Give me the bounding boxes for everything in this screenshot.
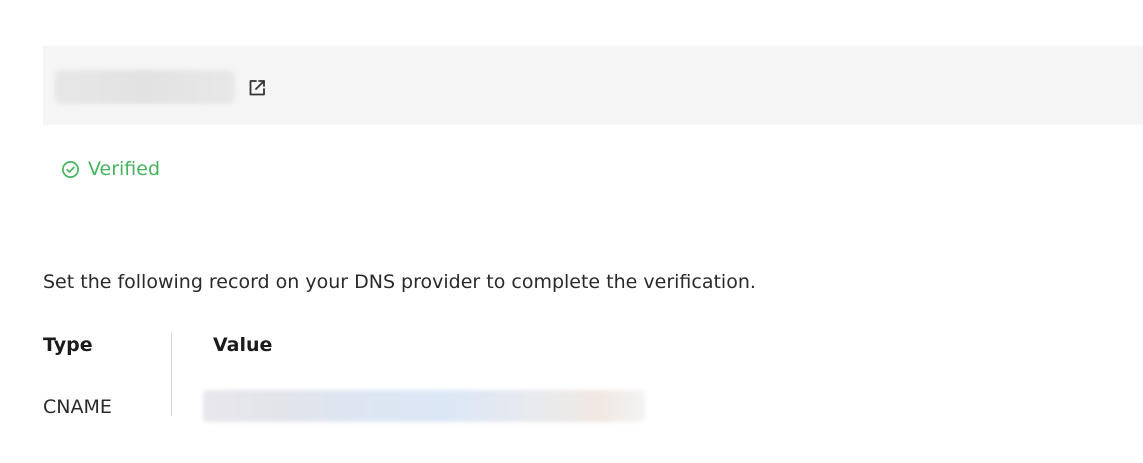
type-header: Type — [43, 334, 93, 356]
value-cell-redacted — [203, 390, 645, 422]
value-column: Value — [213, 330, 673, 360]
domain-bar — [43, 46, 1143, 125]
type-column: Type CNAME — [43, 330, 153, 422]
verification-status: Verified — [61, 157, 160, 181]
column-divider — [171, 332, 172, 416]
domain-name-redacted — [55, 70, 235, 104]
value-header: Value — [213, 334, 273, 356]
status-label: Verified — [88, 158, 161, 180]
dns-instruction-text: Set the following record on your DNS pro… — [43, 271, 756, 293]
type-cell: CNAME — [43, 396, 112, 418]
check-circle-icon — [61, 160, 80, 179]
external-link-icon[interactable] — [247, 78, 267, 98]
